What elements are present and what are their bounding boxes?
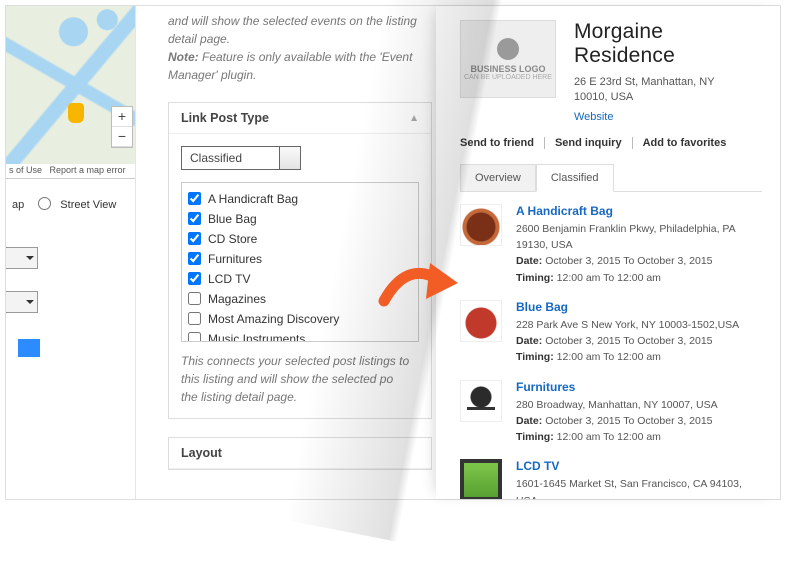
action-bar: Send to friendSend inquiryAdd to favorit… [460,137,762,149]
tab-classified[interactable]: Classified [536,164,614,192]
layout-header[interactable]: Layout [169,438,431,469]
tab-overview[interactable]: Overview [460,164,536,191]
item-date: Date: October 3, 2015 To October 3, 2015 [516,253,762,269]
tabs: OverviewClassified [460,163,762,192]
post-option-checkbox[interactable] [188,292,201,305]
item-title[interactable]: Blue Bag [516,300,739,314]
map-footer: s of Use Report a map error [6,164,136,178]
panel-header[interactable]: Link Post Type ▲ [169,103,431,134]
help-text-2: This connects your selected post listing… [181,352,419,406]
post-option[interactable]: Blue Bag [186,209,414,229]
post-option[interactable]: Most Amazing Discovery [186,309,414,329]
street-view-label: Street View [60,199,116,211]
street-view-radio[interactable] [38,197,51,210]
post-option-checkbox[interactable] [188,232,201,245]
map[interactable]: + − s of Use Report a map error [6,6,136,179]
item-title[interactable]: LCD TV [516,459,762,473]
post-option-checkbox[interactable] [188,192,201,205]
item-timing: Timing: 12:00 am To 12:00 am [516,429,718,445]
map-zoom: + − [111,106,133,148]
action-add-to-favorites[interactable]: Add to favorites [633,137,737,149]
admin-column: and will show the selected events on the… [136,6,446,499]
post-option[interactable]: Music Instruments [186,329,414,342]
map-terms[interactable]: s of Use [9,165,42,175]
item-date: Date: October 3, 2015 To October 3, 2015 [516,413,718,429]
mini-select-1[interactable] [6,247,38,269]
post-option-checkbox[interactable] [188,332,201,342]
post-option-checkbox[interactable] [188,252,201,265]
action-send-to-friend[interactable]: Send to friend [460,137,545,149]
layout-title: Layout [181,446,222,460]
mini-select-2[interactable] [6,291,38,313]
item-title[interactable]: A Handicraft Bag [516,204,762,218]
item-date: Date: October 3, 2015 To October 3, 2015 [516,333,739,349]
item-timing: Timing: 12:00 am To 12:00 am [516,270,762,286]
panel-title: Link Post Type [181,111,269,125]
post-option[interactable]: CD Store [186,229,414,249]
item-thumb [460,204,502,246]
map-tab-label: ap [12,199,26,211]
business-logo-placeholder: BUSINESS LOGO CAN BE UPLOADED HERE [460,20,556,98]
post-option-checkbox[interactable] [188,312,201,325]
listing-item: Furnitures 280 Broadway, Manhattan, NY 10… [460,380,762,446]
post-option[interactable]: LCD TV [186,269,414,289]
pin-icon [497,38,519,60]
post-option[interactable]: A Handicraft Bag [186,189,414,209]
logo-text-2: CAN BE UPLOADED HERE [464,74,552,81]
link-post-type-panel: Link Post Type ▲ Classified A Handicraft… [168,102,432,419]
action-send-inquiry[interactable]: Send inquiry [545,137,633,149]
item-thumb [460,459,502,499]
item-list: A Handicraft Bag 2600 Benjamin Franklin P… [460,204,762,499]
item-address: 228 Park Ave S New York, NY 10003-1502,U… [516,317,739,333]
item-title[interactable]: Furnitures [516,380,718,394]
item-thumb [460,300,502,342]
business-title: Morgaine Residence [574,20,762,68]
item-address: 1601-1645 Market St, San Francisco, CA 9… [516,476,762,499]
item-timing: Timing: 12:00 am To 12:00 am [516,349,739,365]
left-sidebar: + − s of Use Report a map error ap Stree… [6,6,136,499]
listing-preview: BUSINESS LOGO CAN BE UPLOADED HERE Morga… [436,6,780,499]
zoom-out-button[interactable]: − [112,127,132,147]
item-thumb [460,380,502,422]
layout-panel: Layout [168,437,432,470]
post-option-checkbox[interactable] [188,212,201,225]
post-type-select[interactable]: Classified [181,146,301,170]
zoom-in-button[interactable]: + [112,107,132,127]
business-address: 26 E 23rd St, Manhattan, NY10010, USA [574,75,762,106]
collapse-icon: ▲ [409,113,419,124]
listing-item: Blue Bag 228 Park Ave S New York, NY 1000… [460,300,762,366]
website-link[interactable]: Website [574,111,614,123]
color-swatch[interactable] [6,339,44,357]
listing-item: LCD TV 1601-1645 Market St, San Francisco… [460,459,762,499]
item-address: 2600 Benjamin Franklin Pkwy, Philadelphi… [516,221,762,254]
post-list-box[interactable]: A Handicraft BagBlue BagCD StoreFurnitur… [181,182,419,342]
post-option[interactable]: Magazines [186,289,414,309]
listing-item: A Handicraft Bag 2600 Benjamin Franklin P… [460,204,762,286]
item-address: 280 Broadway, Manhattan, NY 10007, USA [516,397,718,413]
post-option[interactable]: Furnitures [186,249,414,269]
pegman-icon[interactable] [68,103,84,123]
post-option-checkbox[interactable] [188,272,201,285]
help-text-1: and will show the selected events on the… [168,12,432,84]
map-view-toggle: ap Street View [6,179,135,229]
map-report[interactable]: Report a map error [50,165,126,175]
